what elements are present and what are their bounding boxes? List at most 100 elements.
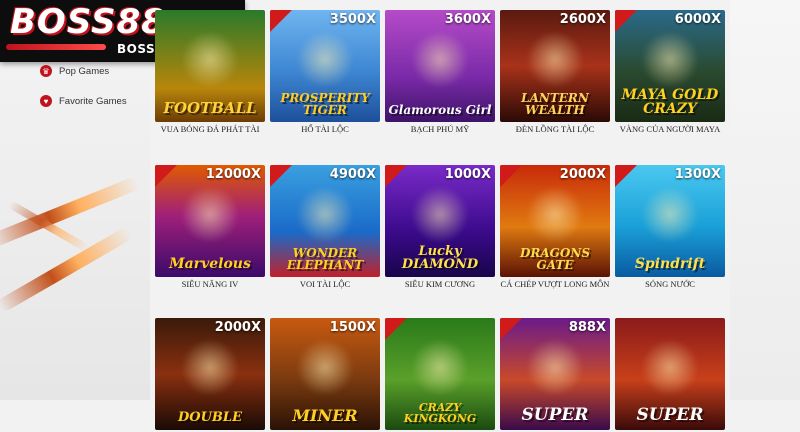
game-logo-text: MINER bbox=[292, 406, 358, 425]
new-badge bbox=[270, 165, 292, 187]
game-thumbnail[interactable]: FOOTBALL bbox=[155, 10, 265, 122]
game-thumbnail[interactable]: 1000X Lucky DIAMOND bbox=[385, 165, 495, 277]
multiplier-label: 2000X bbox=[214, 320, 261, 335]
trophy-icon: ♛ bbox=[40, 65, 52, 77]
game-card[interactable]: 1000X Lucky DIAMOND SIÊU KIM CƯƠNG bbox=[385, 165, 495, 290]
new-badge bbox=[385, 318, 407, 340]
thumbnail-glow bbox=[410, 187, 470, 242]
multiplier-label: 1300X bbox=[674, 167, 721, 182]
game-thumbnail[interactable]: 1300X Spindrift bbox=[615, 165, 725, 277]
logo-swoosh bbox=[6, 44, 106, 50]
game-logo-text: LANTERN WEALTH bbox=[521, 91, 589, 117]
multiplier-label: 6000X bbox=[674, 12, 721, 27]
game-title[interactable]: SIÊU NĂNG IV bbox=[155, 279, 265, 290]
game-card[interactable]: 3600X Glamorous Girl BẠCH PHÚ MỸ bbox=[385, 10, 495, 135]
game-logo-text: FOOTBALL bbox=[163, 99, 257, 117]
new-badge bbox=[385, 165, 407, 187]
thumbnail-glow bbox=[180, 187, 240, 242]
game-logo-text: DRAGONS GATE bbox=[519, 246, 591, 272]
game-card[interactable]: CRAZY KINGKONG bbox=[385, 318, 495, 432]
game-card[interactable]: 2600X LANTERN WEALTH ĐÈN LỒNG TÀI LỘC bbox=[500, 10, 610, 135]
game-thumbnail[interactable]: SUPER bbox=[615, 318, 725, 430]
multiplier-label: 4900X bbox=[329, 167, 376, 182]
game-title[interactable]: ĐÈN LỒNG TÀI LỘC bbox=[500, 124, 610, 135]
game-title[interactable]: VÀNG CỦA NGƯỜI MAYA bbox=[615, 124, 725, 135]
game-thumbnail[interactable]: 2000X DRAGONS GATE bbox=[500, 165, 610, 277]
multiplier-label: 1000X bbox=[444, 167, 491, 182]
game-thumbnail[interactable]: 1500X MINER bbox=[270, 318, 380, 430]
game-thumbnail[interactable]: CRAZY KINGKONG bbox=[385, 318, 495, 430]
game-logo-text: Marvelous bbox=[169, 256, 251, 272]
game-thumbnail[interactable]: 3500X PROSPERITY TIGER bbox=[270, 10, 380, 122]
game-card[interactable]: 888X SUPER bbox=[500, 318, 610, 432]
new-badge bbox=[615, 165, 637, 187]
game-card[interactable]: 2000X DRAGONS GATE CÁ CHÉP VƯỢT LONG MÔN bbox=[500, 165, 610, 290]
game-title[interactable]: VUA BÓNG ĐÁ PHÁT TÀI bbox=[155, 124, 265, 135]
game-card[interactable]: 2000X DOUBLE bbox=[155, 318, 265, 432]
thumbnail-glow bbox=[640, 32, 700, 87]
game-logo-text: CRAZY KINGKONG bbox=[403, 401, 477, 425]
menu-item-favorite-games[interactable]: ♥ Favorite Games bbox=[36, 86, 154, 116]
game-logo-text: WONDER ELEPHANT bbox=[286, 246, 364, 272]
heart-icon: ♥ bbox=[40, 95, 52, 107]
new-badge bbox=[500, 165, 522, 187]
game-thumbnail[interactable]: 2000X DOUBLE bbox=[155, 318, 265, 430]
game-logo-text: MAYA GOLD CRAZY bbox=[621, 87, 719, 117]
game-card[interactable]: FOOTBALL VUA BÓNG ĐÁ PHÁT TÀI bbox=[155, 10, 265, 135]
new-badge bbox=[270, 10, 292, 32]
game-thumbnail[interactable]: 2600X LANTERN WEALTH bbox=[500, 10, 610, 122]
logo-wordmark: BOSS88 bbox=[10, 2, 166, 42]
thumbnail-glow bbox=[180, 32, 240, 87]
thumbnail-glow bbox=[525, 32, 585, 87]
game-card[interactable]: 3500X PROSPERITY TIGER HỔ TÀI LỘC bbox=[270, 10, 380, 135]
game-card[interactable]: 1500X MINER bbox=[270, 318, 380, 432]
game-logo-text: SUPER bbox=[636, 405, 704, 425]
multiplier-label: 1500X bbox=[329, 320, 376, 335]
thumbnail-glow bbox=[525, 187, 585, 242]
thumbnail-glow bbox=[525, 340, 585, 395]
multiplier-label: 12000X bbox=[205, 167, 261, 182]
thumbnail-glow bbox=[410, 32, 470, 87]
game-logo-text: Glamorous Girl bbox=[388, 103, 492, 117]
game-title[interactable]: BẠCH PHÚ MỸ bbox=[385, 124, 495, 135]
thumbnail-glow bbox=[295, 340, 355, 395]
sidebar-menu: ♛ Pop Games ♥ Favorite Games bbox=[36, 56, 154, 116]
game-title[interactable]: VOI TÀI LỘC bbox=[270, 279, 380, 290]
game-thumbnail[interactable]: 888X SUPER bbox=[500, 318, 610, 430]
game-logo-text: DOUBLE bbox=[178, 410, 242, 425]
thumbnail-glow bbox=[640, 340, 700, 395]
game-title[interactable]: CÁ CHÉP VƯỢT LONG MÔN bbox=[500, 279, 610, 290]
game-logo-text: Spindrift bbox=[634, 256, 706, 272]
thumbnail-glow bbox=[410, 340, 470, 395]
new-badge bbox=[500, 318, 522, 340]
multiplier-label: 3600X bbox=[444, 12, 491, 27]
game-card[interactable]: 4900X WONDER ELEPHANT VOI TÀI LỘC bbox=[270, 165, 380, 290]
new-badge bbox=[615, 10, 637, 32]
game-thumbnail[interactable]: 4900X WONDER ELEPHANT bbox=[270, 165, 380, 277]
multiplier-label: 3500X bbox=[329, 12, 376, 27]
game-card[interactable]: 6000X MAYA GOLD CRAZY VÀNG CỦA NGƯỜI MAYA bbox=[615, 10, 725, 135]
thumbnail-glow bbox=[295, 187, 355, 242]
game-logo-text: SUPER bbox=[521, 405, 589, 425]
game-card[interactable]: SUPER bbox=[615, 318, 725, 432]
game-title[interactable]: SIÊU KIM CƯƠNG bbox=[385, 279, 495, 290]
game-logo-text: PROSPERITY TIGER bbox=[280, 91, 370, 117]
game-thumbnail[interactable]: 12000X Marvelous bbox=[155, 165, 265, 277]
menu-item-label: Favorite Games bbox=[59, 95, 127, 107]
menu-item-label: Pop Games bbox=[59, 65, 110, 77]
thumbnail-glow bbox=[180, 340, 240, 395]
game-title[interactable]: HỔ TÀI LỘC bbox=[270, 124, 380, 135]
thumbnail-glow bbox=[295, 32, 355, 87]
menu-item-pop-games[interactable]: ♛ Pop Games bbox=[36, 56, 154, 86]
multiplier-label: 888X bbox=[568, 320, 606, 335]
game-logo-text: Lucky DIAMOND bbox=[401, 244, 479, 272]
game-title[interactable]: SÓNG NƯỚC bbox=[615, 279, 725, 290]
game-thumbnail[interactable]: 6000X MAYA GOLD CRAZY bbox=[615, 10, 725, 122]
game-card[interactable]: 1300X Spindrift SÓNG NƯỚC bbox=[615, 165, 725, 290]
new-badge bbox=[155, 165, 177, 187]
multiplier-label: 2000X bbox=[559, 167, 606, 182]
game-thumbnail[interactable]: 3600X Glamorous Girl bbox=[385, 10, 495, 122]
multiplier-label: 2600X bbox=[559, 12, 606, 27]
game-card[interactable]: 12000X Marvelous SIÊU NĂNG IV bbox=[155, 165, 265, 290]
right-background bbox=[730, 0, 800, 400]
